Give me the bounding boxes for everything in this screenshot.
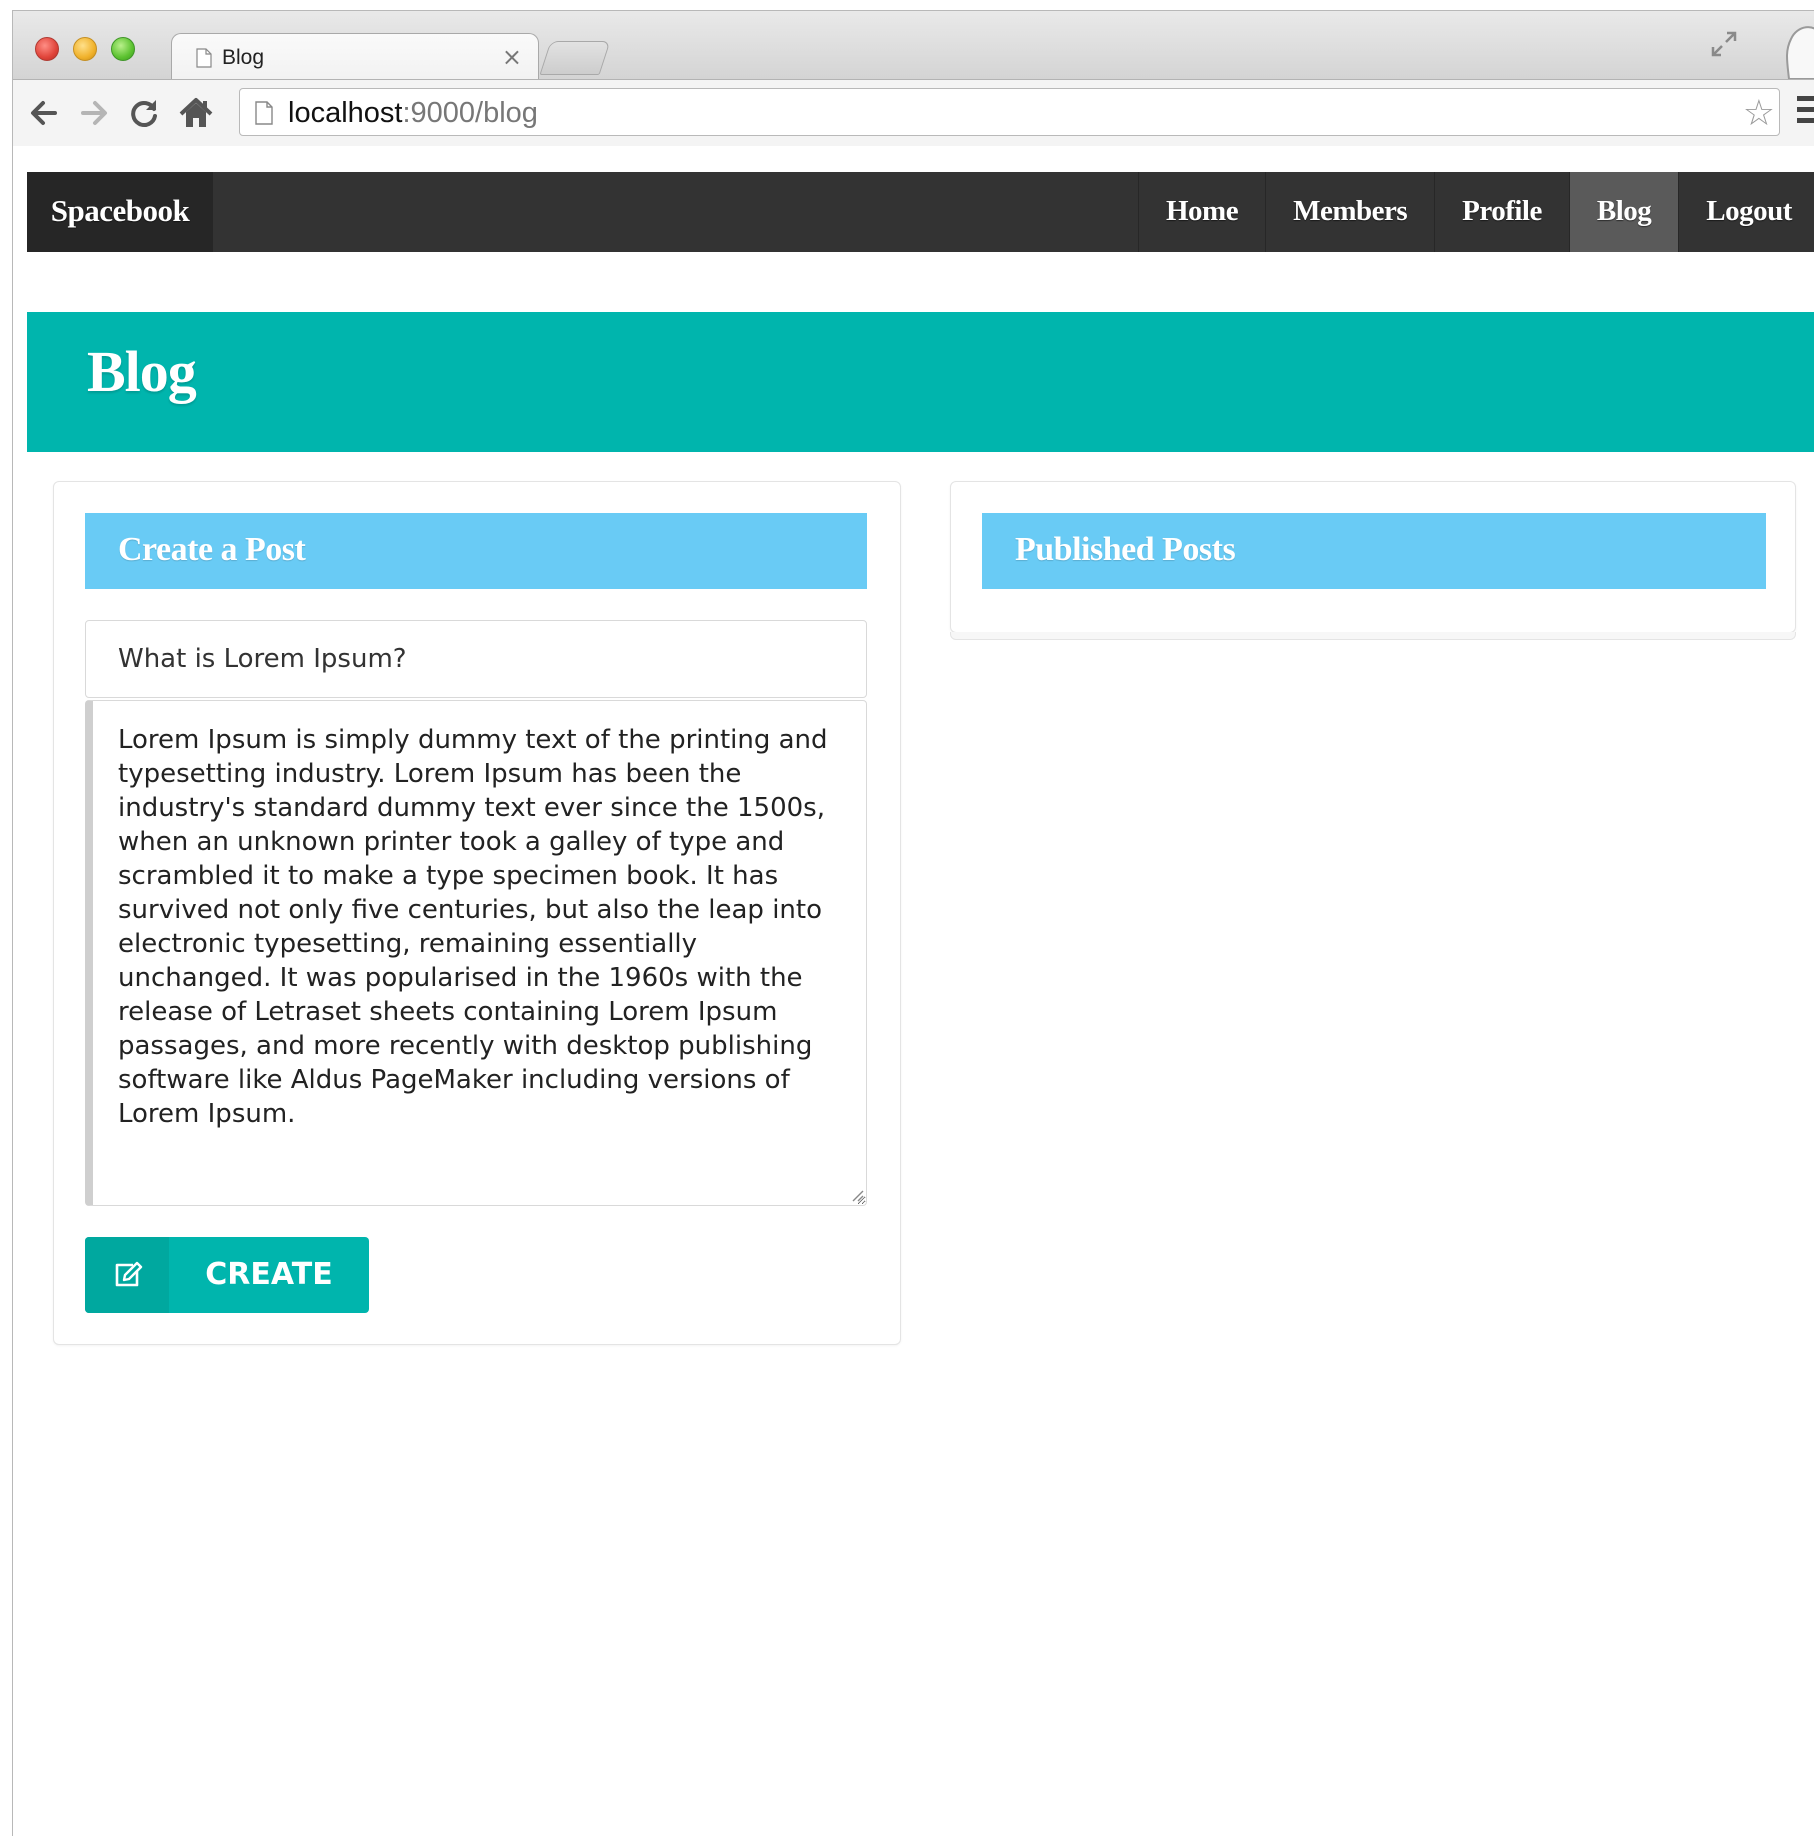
- create-post-button[interactable]: CREATE: [85, 1237, 369, 1313]
- published-posts-heading: Published Posts: [982, 513, 1766, 589]
- document-icon: [196, 48, 212, 68]
- menu-icon[interactable]: [1797, 96, 1814, 128]
- url-path: :9000/blog: [402, 97, 538, 129]
- url-text[interactable]: localhost:9000/blog: [288, 97, 1688, 130]
- nav-links: Home Members Profile Blog Logout: [1138, 172, 1814, 252]
- reload-button[interactable]: [125, 94, 163, 132]
- bookmark-star-icon[interactable]: ☆: [1743, 93, 1775, 134]
- page-content: Spacebook Home Members Profile Blog Logo…: [13, 146, 1814, 1836]
- resize-grip-icon[interactable]: [850, 1188, 864, 1202]
- browser-window: Blog × localhost:9000/blog ☆ Spacebook H…: [12, 10, 1814, 1836]
- tab-bar: Blog ×: [13, 11, 1814, 80]
- page-header: Blog: [27, 312, 1814, 452]
- close-window-button[interactable]: [35, 37, 59, 61]
- site-navbar: Spacebook Home Members Profile Blog Logo…: [27, 172, 1814, 252]
- back-button[interactable]: [25, 94, 63, 132]
- nav-link-logout[interactable]: Logout: [1678, 172, 1814, 252]
- nav-link-home[interactable]: Home: [1138, 172, 1265, 252]
- reload-icon: [131, 100, 157, 127]
- tab-title: Blog: [222, 46, 265, 69]
- published-posts-panel: Published Posts: [950, 481, 1796, 633]
- nav-link-members[interactable]: Members: [1265, 172, 1434, 252]
- page-icon: [255, 101, 273, 125]
- edit-icon: [85, 1237, 169, 1313]
- minimize-window-button[interactable]: [73, 37, 97, 61]
- create-post-heading: Create a Post: [85, 513, 867, 589]
- create-button-label: CREATE: [205, 1257, 333, 1292]
- browser-tab[interactable]: Blog ×: [171, 33, 539, 80]
- create-post-panel: Create a Post Lorem Ipsum is simply dumm…: [53, 481, 901, 1345]
- post-title-input[interactable]: [85, 620, 867, 698]
- browser-toolbar: localhost:9000/blog ☆: [13, 79, 1814, 147]
- url-host: localhost: [288, 97, 403, 129]
- new-tab-button[interactable]: [539, 41, 611, 75]
- page-title: Blog: [87, 339, 197, 404]
- forward-button[interactable]: [75, 94, 113, 132]
- profile-avatar-icon[interactable]: [1781, 21, 1814, 79]
- address-bar[interactable]: localhost:9000/blog ☆: [239, 88, 1780, 136]
- post-body-textarea[interactable]: Lorem Ipsum is simply dummy text of the …: [85, 700, 867, 1206]
- home-icon: [179, 98, 213, 127]
- close-tab-icon[interactable]: ×: [502, 43, 522, 71]
- forward-arrow-icon: [81, 101, 107, 125]
- home-button[interactable]: [177, 94, 215, 132]
- brand-link[interactable]: Spacebook: [27, 172, 213, 252]
- nav-link-blog[interactable]: Blog: [1568, 172, 1679, 252]
- fullscreen-icon[interactable]: [1709, 29, 1739, 59]
- nav-link-profile[interactable]: Profile: [1434, 172, 1569, 252]
- zoom-window-button[interactable]: [111, 37, 135, 61]
- back-arrow-icon: [31, 101, 57, 125]
- published-posts-panel-edge: [950, 632, 1796, 640]
